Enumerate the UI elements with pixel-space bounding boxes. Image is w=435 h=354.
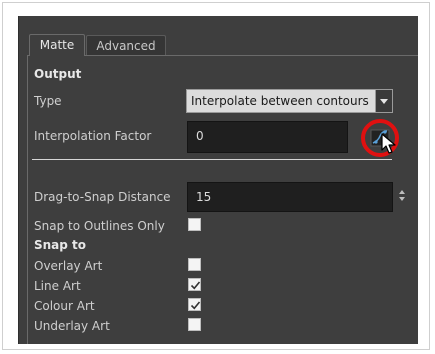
tab-advanced[interactable]: Advanced bbox=[86, 35, 166, 56]
snap-to-section-title: Snap to bbox=[34, 238, 87, 252]
line-art-checkbox[interactable] bbox=[188, 278, 201, 291]
interpolation-factor-field[interactable]: 0 bbox=[187, 121, 348, 153]
overlay-art-checkbox[interactable] bbox=[188, 258, 201, 271]
colour-art-label: Colour Art bbox=[34, 299, 95, 313]
type-label: Type bbox=[34, 94, 62, 108]
section-divider bbox=[32, 159, 392, 160]
snap-distance-value: 15 bbox=[196, 190, 212, 204]
snap-distance-label: Drag-to-Snap Distance bbox=[34, 190, 171, 204]
function-curve-button[interactable] bbox=[358, 119, 406, 157]
mouse-cursor-icon bbox=[381, 133, 396, 154]
interpolation-factor-label: Interpolation Factor bbox=[34, 129, 152, 143]
overlay-art-label: Overlay Art bbox=[34, 259, 103, 273]
dropdown-arrow-icon[interactable] bbox=[375, 90, 392, 112]
output-section-title: Output bbox=[34, 67, 82, 81]
checkmark-icon bbox=[190, 301, 201, 310]
type-select-value: Interpolate between contours bbox=[191, 94, 369, 108]
snap-outlines-checkbox[interactable] bbox=[188, 218, 201, 231]
type-select[interactable]: Interpolate between contours bbox=[186, 89, 393, 113]
line-art-label: Line Art bbox=[34, 279, 81, 293]
colour-art-checkbox[interactable] bbox=[188, 298, 201, 311]
spinner-arrows-icon[interactable] bbox=[398, 189, 406, 203]
underlay-art-label: Underlay Art bbox=[34, 319, 110, 333]
tab-matte[interactable]: Matte bbox=[29, 34, 85, 56]
snap-distance-field[interactable]: 15 bbox=[187, 182, 393, 212]
properties-panel: Matte Advanced bbox=[18, 16, 418, 344]
underlay-art-checkbox[interactable] bbox=[188, 318, 201, 331]
snap-outlines-label: Snap to Outlines Only bbox=[34, 219, 165, 233]
interpolation-factor-value: 0 bbox=[196, 129, 204, 143]
checkmark-icon bbox=[190, 281, 201, 290]
